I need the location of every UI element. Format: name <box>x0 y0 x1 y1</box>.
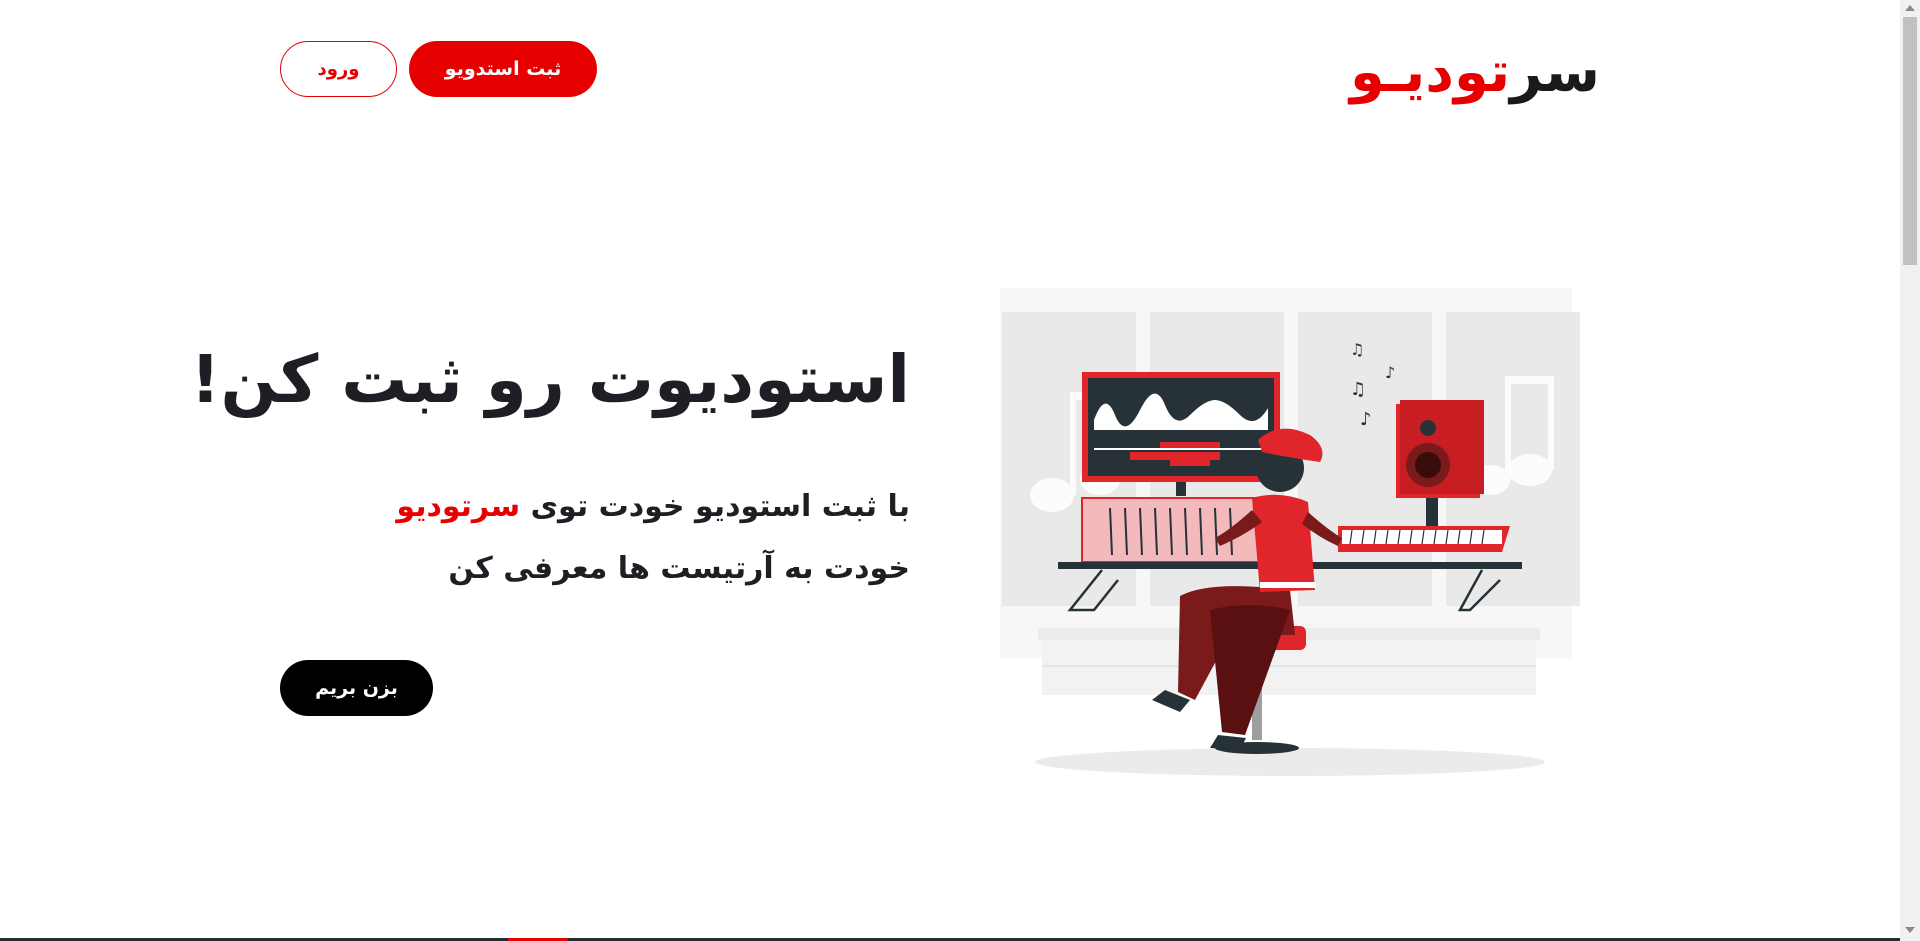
music-studio-illustration: ♫ ♪ ♫ ♪ <box>990 280 1590 780</box>
scroll-up-arrow-icon[interactable] <box>1905 5 1915 11</box>
hero-subtitle-brand: سرتودیو <box>396 489 521 524</box>
hero-subtitle-text: با ثبت استودیو خودت توی <box>530 489 910 524</box>
hero-subtitle-line-1: با ثبت استودیو خودت توی سرتودیو <box>380 476 910 538</box>
hero-subtitle-line-2: خودت به آرتیست ها معرفی کن <box>448 551 910 586</box>
hero-subtitle: با ثبت استودیو خودت توی سرتودیو خودت به … <box>380 476 910 600</box>
scroll-down-arrow-icon[interactable] <box>1905 927 1915 933</box>
logo-text-black: سر <box>1510 40 1600 105</box>
svg-text:♪: ♪ <box>1360 409 1372 430</box>
vertical-scrollbar[interactable] <box>1900 0 1920 941</box>
svg-text:♫: ♫ <box>1350 340 1364 359</box>
svg-text:♪: ♪ <box>1385 363 1395 382</box>
svg-text:♫: ♫ <box>1350 379 1366 400</box>
lets-go-button[interactable]: بزن بریم <box>280 660 433 716</box>
logo-text-red: تودیـو <box>1349 40 1511 105</box>
register-studio-button[interactable]: ثبت استدویو <box>409 41 597 97</box>
login-button[interactable]: ورود <box>280 41 397 97</box>
landing-page: سر تودیـو ثبت استدویو ورود استودیوت رو ثب… <box>0 0 1920 941</box>
hero-title: استودیوت رو ثبت کن! <box>190 341 910 418</box>
scroll-thumb[interactable] <box>1903 17 1917 265</box>
site-logo[interactable]: سر تودیـو <box>1340 38 1600 108</box>
